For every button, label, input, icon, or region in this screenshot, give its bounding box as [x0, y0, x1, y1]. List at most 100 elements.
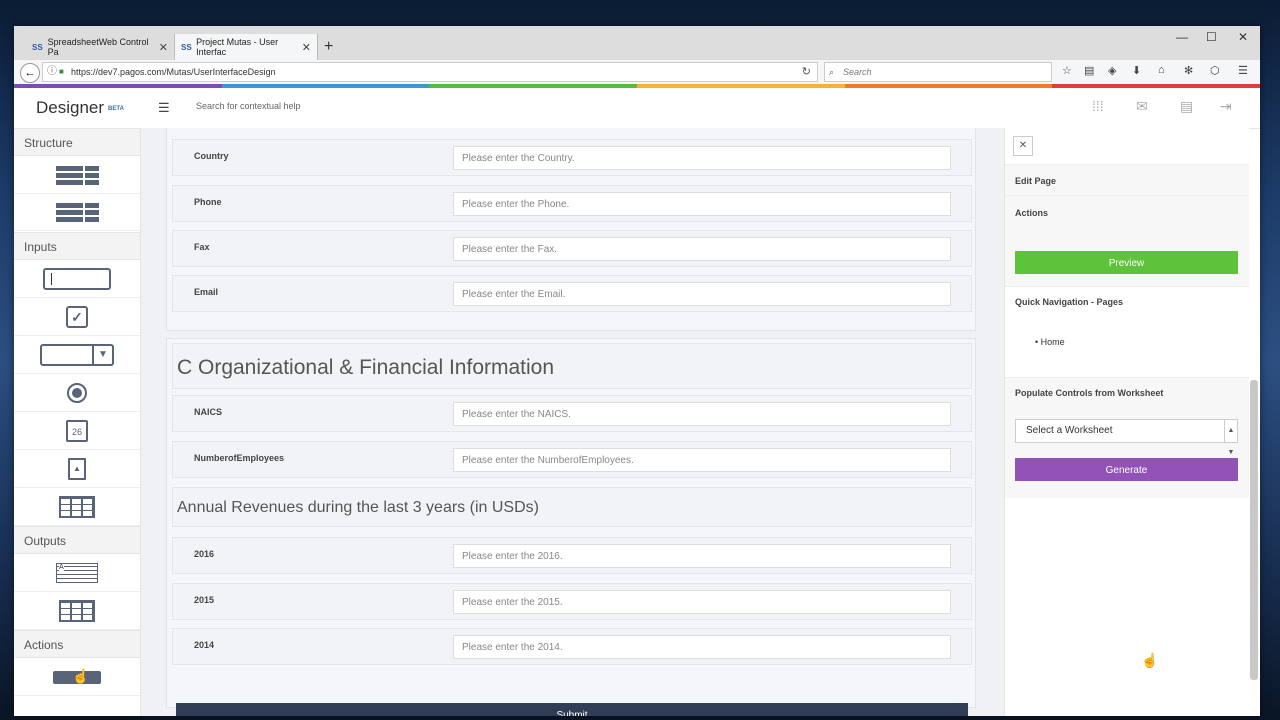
sidebar-section-inputs: Inputs: [14, 232, 140, 260]
close-icon[interactable]: ✕: [159, 41, 168, 54]
designer-sidebar: Structure Inputs ✓ 26 ▲ Outputs A Action…: [14, 128, 141, 716]
sidebar-section-outputs: Outputs: [14, 526, 140, 554]
employees-input[interactable]: [453, 448, 951, 472]
field-label: NAICS: [194, 407, 223, 417]
worksheet-select[interactable]: Select a Worksheet ▲ ▼: [1015, 419, 1238, 456]
org-financial-panel: C Organizational & Financial Information…: [166, 338, 976, 708]
scrollbar-thumb[interactable]: [1250, 380, 1258, 680]
brand-name: Designer: [36, 98, 105, 117]
submit-button[interactable]: Submit: [176, 703, 968, 716]
textbox-tool[interactable]: [14, 261, 140, 298]
tab-label: Project Mutas - User Interfac: [196, 37, 279, 57]
form-row-employees: NumberofEmployees: [172, 441, 972, 478]
edit-page-title: Edit Page: [1015, 176, 1057, 186]
table-icon: [59, 496, 95, 518]
beta-badge: BETA: [108, 105, 124, 112]
hamburger-icon[interactable]: ☰: [158, 100, 170, 116]
reading-list-icon[interactable]: ▤: [1084, 64, 1094, 77]
document-icon[interactable]: ▤: [1180, 98, 1193, 115]
reload-icon[interactable]: ↻: [802, 63, 811, 81]
checkbox-icon: ✓: [66, 306, 88, 328]
field-label: Email: [194, 287, 219, 297]
extension-icon[interactable]: ✻: [1184, 64, 1193, 77]
subsection-title: Annual Revenues during the last 3 years …: [172, 487, 972, 527]
nav-link-home[interactable]: • Home: [1035, 337, 1065, 347]
contextual-help-search[interactable]: Search for contextual help: [196, 101, 301, 111]
lock-icon: ■: [59, 67, 64, 76]
tab-spreadsheetweb[interactable]: SS SpreadsheetWeb Control Pa ✕: [26, 34, 174, 60]
browser-search-input[interactable]: ⌕ Search: [824, 62, 1052, 82]
checkbox-tool[interactable]: ✓: [14, 299, 140, 336]
file-upload-tool[interactable]: ▲: [14, 451, 140, 488]
minimize-icon[interactable]: —: [1176, 30, 1188, 44]
pocket-icon[interactable]: ◈: [1108, 64, 1116, 77]
back-arrow-icon[interactable]: ←: [20, 63, 40, 83]
menu-icon[interactable]: ☰: [1238, 64, 1248, 77]
maximize-icon[interactable]: ☐: [1206, 30, 1217, 44]
star-icon[interactable]: ☆: [1062, 64, 1072, 77]
logout-icon[interactable]: ⇥: [1220, 98, 1232, 115]
radio-icon: [67, 383, 87, 403]
window-close-icon[interactable]: ✕: [1238, 30, 1248, 44]
tab-project-mutas[interactable]: SS Project Mutas - User Interfac ✕: [174, 34, 318, 60]
phone-input[interactable]: [453, 192, 951, 216]
form-row-fax: Fax: [172, 230, 972, 267]
browser-search-placeholder: Search: [843, 67, 872, 77]
hand-cursor-icon: ☝: [72, 668, 90, 684]
output-table-tool[interactable]: [14, 593, 140, 630]
field-label: Country: [194, 151, 229, 161]
new-tab-icon[interactable]: +: [324, 38, 333, 56]
close-icon[interactable]: ✕: [1013, 136, 1033, 156]
edit-page-section: Edit Page: [1005, 164, 1249, 195]
radio-tool[interactable]: [14, 375, 140, 412]
form-row-country: Country: [172, 139, 972, 176]
country-input[interactable]: [453, 146, 951, 170]
field-label: 2016: [194, 549, 215, 559]
nav-link-home-label: Home: [1040, 337, 1065, 347]
field-label: 2015: [194, 595, 215, 605]
close-icon[interactable]: ✕: [302, 41, 311, 54]
form-row-naics: NAICS: [172, 395, 972, 432]
calendar-icon: 26: [66, 420, 88, 442]
file-upload-icon: ▲: [68, 458, 86, 480]
apps-grid-icon[interactable]: ⁞⁞⁞: [1092, 98, 1104, 114]
url-bar[interactable]: ⓘ ■ https://dev7.pagos.com/Mutas/UserInt…: [42, 62, 818, 82]
table-input-tool[interactable]: [14, 489, 140, 526]
dropdown-icon: [40, 344, 114, 366]
browser-window: SS SpreadsheetWeb Control Pa ✕ SS Projec…: [14, 26, 1260, 716]
naics-input[interactable]: [453, 402, 951, 426]
sidebar-section-actions: Actions: [14, 630, 140, 658]
revenue-2016-input[interactable]: [453, 544, 951, 568]
revenue-2015-input[interactable]: [453, 590, 951, 614]
worksheet-select-value: Select a Worksheet: [1026, 425, 1113, 436]
quick-nav-title: Quick Navigation - Pages: [1015, 297, 1124, 307]
actions-title: Actions: [1015, 208, 1049, 218]
generate-button[interactable]: Generate: [1015, 458, 1238, 481]
url-text: https://dev7.pagos.com/Mutas/UserInterfa…: [71, 67, 276, 77]
layout-grid-icon: [55, 202, 99, 222]
download-icon[interactable]: ⬇: [1132, 64, 1141, 77]
table-icon: [59, 600, 95, 622]
dropdown-tool[interactable]: [14, 337, 140, 374]
form-canvas: Country Phone Fax Email C Organizational…: [141, 128, 1004, 716]
layout-grid-icon: [55, 165, 99, 185]
brand-logo: Designer BETA: [36, 98, 124, 118]
form-row-2016: 2016: [172, 537, 972, 574]
mail-icon[interactable]: ✉: [1136, 98, 1148, 115]
date-tool[interactable]: 26: [14, 413, 140, 450]
shield-icon[interactable]: ⬡: [1210, 64, 1220, 77]
fax-input[interactable]: [453, 237, 951, 261]
field-label: 2014: [194, 640, 215, 650]
preview-button[interactable]: Preview: [1015, 251, 1238, 274]
email-input[interactable]: [453, 282, 951, 306]
structure-tool-2[interactable]: [14, 194, 140, 231]
home-icon[interactable]: ⌂: [1158, 64, 1165, 76]
form-row-2014: 2014: [172, 628, 972, 665]
structure-tool-1[interactable]: [14, 157, 140, 194]
info-icon[interactable]: ⓘ: [47, 63, 57, 81]
output-text-letter: A: [59, 564, 64, 572]
output-text-tool[interactable]: A: [14, 555, 140, 592]
properties-panel: ✕ Edit Page Actions Preview Quick Naviga…: [1004, 128, 1249, 716]
hand-cursor-icon: ☝: [1141, 652, 1159, 668]
revenue-2014-input[interactable]: [453, 635, 951, 659]
